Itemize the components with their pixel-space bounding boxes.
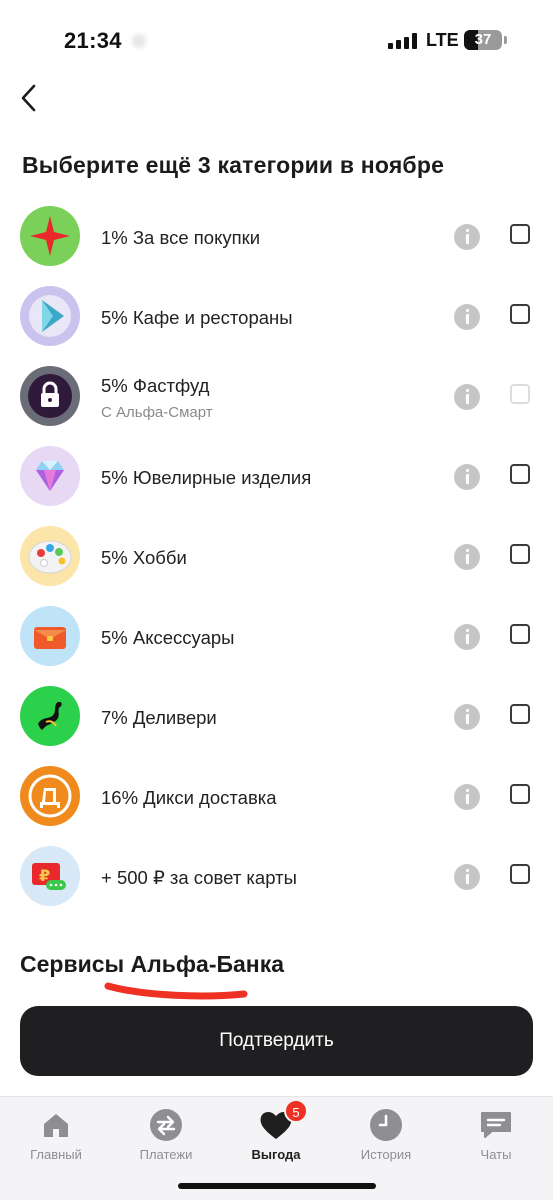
- category-checkbox[interactable]: [510, 224, 530, 244]
- tab-label: Чаты: [480, 1147, 512, 1162]
- category-sublabel: С Альфа-Смарт: [101, 404, 213, 421]
- category-checkbox[interactable]: [510, 304, 530, 324]
- category-checkbox[interactable]: [510, 544, 530, 564]
- category-row[interactable]: 5% Аксессуары: [0, 596, 553, 676]
- category-label: 5% Хобби: [101, 547, 187, 568]
- info-icon[interactable]: [454, 704, 480, 730]
- home-indicator: [178, 1183, 376, 1189]
- category-row[interactable]: ₽ + 500 ₽ за совет карты: [0, 836, 553, 916]
- signal-icon: [388, 33, 418, 49]
- category-row[interactable]: 5% Фастфуд С Альфа-Смарт: [0, 356, 553, 436]
- category-row[interactable]: 5% Хобби: [0, 516, 553, 596]
- blurred-indicator: [132, 34, 146, 48]
- tab-benefits[interactable]: 5 Выгода: [226, 1099, 326, 1173]
- transfer-arrows-icon: [150, 1109, 182, 1141]
- lock-icon: [20, 366, 80, 426]
- category-row[interactable]: 16% Дикси доставка: [0, 756, 553, 836]
- status-time: 21:34: [64, 28, 122, 53]
- red-underline-mark: [104, 982, 248, 1000]
- info-icon[interactable]: [454, 624, 480, 650]
- chevron-left-icon: [21, 84, 36, 112]
- category-label: 1% За все покупки: [101, 227, 261, 248]
- delivery-ostrich-icon: [20, 686, 80, 746]
- dixy-logo-icon: [20, 766, 80, 826]
- battery-icon: 37: [464, 30, 502, 50]
- category-checkbox[interactable]: [510, 784, 530, 804]
- category-checkbox[interactable]: [510, 864, 530, 884]
- category-row[interactable]: 5% Кафе и рестораны: [0, 276, 553, 356]
- category-row[interactable]: 1% За все покупки: [0, 196, 553, 276]
- category-label: + 500 ₽ за совет карты: [101, 867, 297, 888]
- services-heading: Сервисы Альфа-Банка: [20, 951, 285, 977]
- info-icon[interactable]: [454, 224, 480, 250]
- info-icon[interactable]: [454, 784, 480, 810]
- home-icon: [44, 1114, 68, 1137]
- category-checkbox[interactable]: [510, 464, 530, 484]
- diamond-icon: [20, 446, 80, 506]
- handbag-icon: [20, 606, 80, 666]
- category-label: 5% Фастфуд: [101, 375, 210, 396]
- category-checkbox: [510, 384, 530, 404]
- tab-label: Платежи: [139, 1147, 193, 1162]
- category-row[interactable]: 7% Деливери: [0, 676, 553, 756]
- ruble-card-icon: ₽: [20, 846, 80, 906]
- info-icon[interactable]: [454, 464, 480, 490]
- palette-icon: [20, 526, 80, 586]
- category-label: 5% Кафе и рестораны: [101, 307, 293, 328]
- tab-history[interactable]: История: [336, 1103, 436, 1173]
- tab-label: Выгода: [251, 1147, 301, 1162]
- category-label: 5% Ювелирные изделия: [101, 467, 312, 488]
- play-triangle-icon: [20, 286, 80, 346]
- category-label: 7% Деливери: [101, 707, 217, 728]
- category-checkbox[interactable]: [510, 704, 530, 724]
- tab-payments[interactable]: Платежи: [116, 1103, 216, 1173]
- category-label: 16% Дикси доставка: [101, 787, 277, 808]
- battery-level: 37: [474, 31, 492, 48]
- network-label: LTE: [426, 30, 459, 50]
- notification-badge: 5: [284, 1099, 308, 1123]
- tab-chats[interactable]: Чаты: [446, 1103, 546, 1173]
- info-icon[interactable]: [454, 864, 480, 890]
- category-checkbox[interactable]: [510, 624, 530, 644]
- tab-home[interactable]: Главный: [6, 1103, 106, 1173]
- category-row[interactable]: 5% Ювелирные изделия: [0, 436, 553, 516]
- clock-icon: [370, 1109, 402, 1141]
- tab-label: История: [360, 1147, 412, 1162]
- confirm-button[interactable]: Подтвердить: [20, 1006, 533, 1076]
- back-button[interactable]: [14, 80, 48, 116]
- status-bar: 21:34 LTE 37: [0, 0, 553, 82]
- tab-label: Главный: [30, 1147, 82, 1162]
- info-icon[interactable]: [454, 544, 480, 570]
- page-title: Выберите ещё 3 категории в ноябре: [22, 152, 445, 178]
- info-icon[interactable]: [454, 384, 480, 410]
- chat-bubble-icon: [481, 1112, 511, 1138]
- red-star-icon: [20, 206, 80, 266]
- category-label: 5% Аксессуары: [101, 627, 235, 648]
- info-icon[interactable]: [454, 304, 480, 330]
